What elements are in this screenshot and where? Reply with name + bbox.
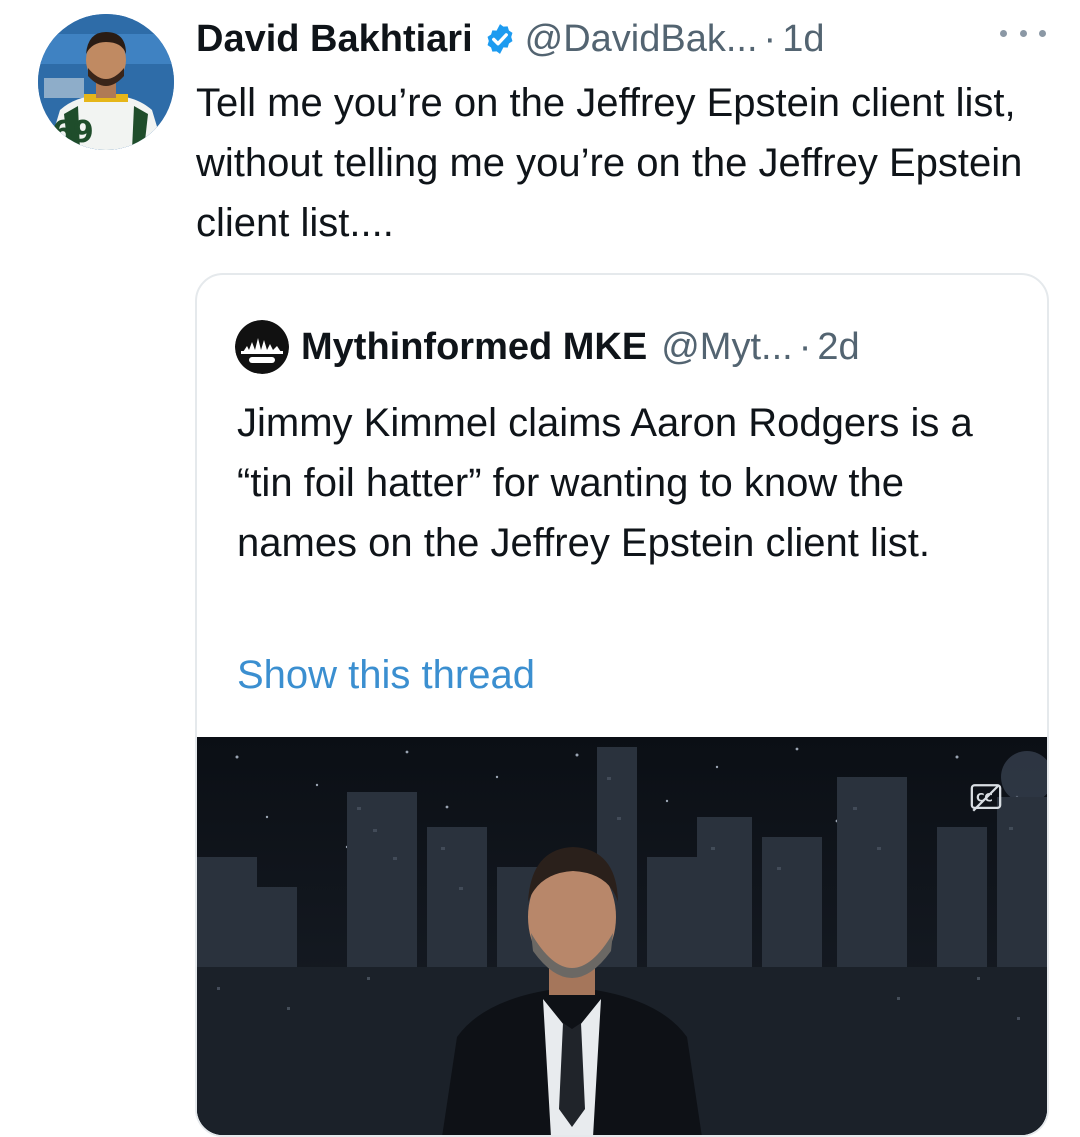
verified-badge-icon [487,24,513,54]
show-thread-link[interactable]: Show this thread [237,645,535,705]
avatar-image: 69 [38,14,174,150]
header-separator: · [763,18,777,60]
quoted-post-timestamp[interactable]: 2d [817,326,859,369]
more-dot [1000,29,1007,37]
more-dot [1019,29,1027,37]
post-text: Tell me you’re on the Jeffrey Epstein cl… [196,81,1023,245]
post-header: David Bakhtiari @DavidBak... · 1d [196,12,824,66]
more-dot [1039,29,1046,37]
closed-captions-icon[interactable]: CC [969,781,1003,815]
post-timestamp[interactable]: 1d [782,12,824,66]
video-frame [197,737,1047,1135]
avatar-jersey-number: 69 [52,115,94,150]
author-avatar[interactable]: 69 [38,14,174,150]
quoted-post-header: Mythinformed MKE @Myt... · 2d [235,317,860,377]
tweet[interactable]: 69 David Bakhtiari @DavidBak... · 1d Tel… [0,0,1080,1137]
quoted-header-separator: · [798,325,812,368]
quoted-post-video-thumbnail[interactable]: CC [197,737,1047,1135]
quoted-post-text: Jimmy Kimmel claims Aaron Rodgers is a “… [237,401,973,565]
quoted-post-card[interactable]: Mythinformed MKE @Myt... · 2d Jimmy Kimm… [195,273,1049,1137]
quoted-author-avatar[interactable] [235,320,289,374]
more-options-icon[interactable] [1000,18,1046,48]
quoted-author-handle[interactable]: @Myt... [661,326,792,369]
author-handle[interactable]: @DavidBak... [525,12,758,66]
quoted-author-name[interactable]: Mythinformed MKE [301,326,647,369]
quoted-avatar-logo [235,320,289,374]
author-name[interactable]: David Bakhtiari [196,12,473,66]
